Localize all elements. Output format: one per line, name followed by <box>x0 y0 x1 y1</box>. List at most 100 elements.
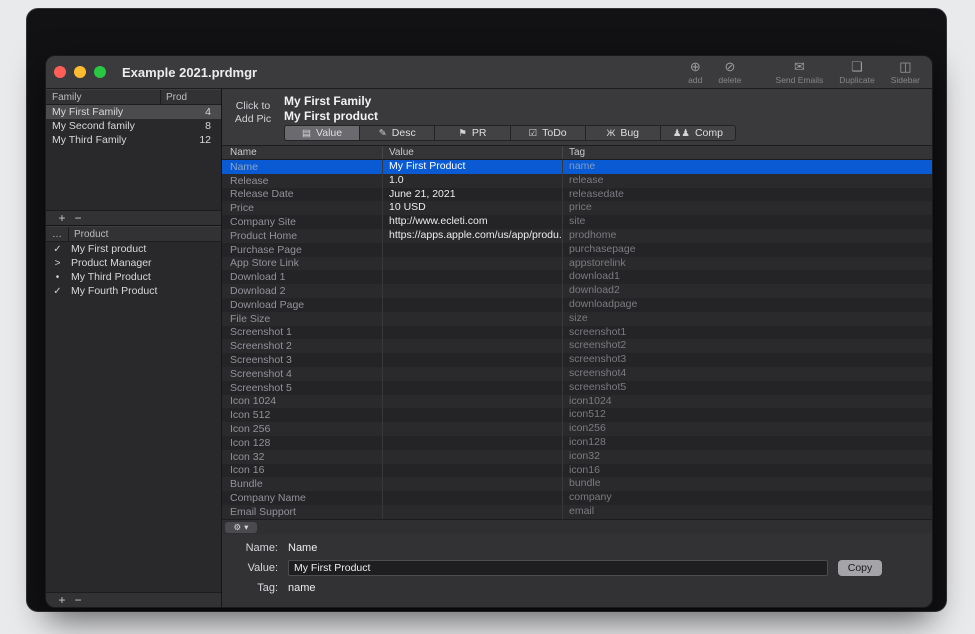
toolbar-sidebar-button[interactable]: ◫ Sidebar <box>891 59 920 85</box>
table-row[interactable]: Screenshot 1 screenshot1 <box>222 326 932 340</box>
mark-column-header[interactable]: … <box>46 227 69 241</box>
add-picture-line1: Click to <box>226 100 280 113</box>
action-menu-button[interactable]: ⚙ ▾ <box>225 522 257 533</box>
family-row[interactable]: My Second family 8 <box>46 119 221 133</box>
minimize-window-button[interactable] <box>74 66 86 78</box>
add-picture-well[interactable]: Click to Add Pic <box>226 100 280 126</box>
slash-circle-icon: ⊘ <box>724 59 735 74</box>
row-value <box>382 477 562 491</box>
table-row[interactable]: Company Name company <box>222 491 932 505</box>
tab-todo[interactable]: ☑ ToDo <box>511 125 586 141</box>
window-body: Family Prod My First Family 4 My Second … <box>46 89 932 607</box>
table-row[interactable]: File Size size <box>222 312 932 326</box>
remove-family-button[interactable]: − <box>70 212 86 225</box>
row-tag: company <box>562 491 932 505</box>
table-row[interactable]: Download Page downloadpage <box>222 298 932 312</box>
table-row[interactable]: Bundle bundle <box>222 477 932 491</box>
table-row[interactable]: Release 1.0 release <box>222 174 932 188</box>
row-value: June 21, 2021 <box>382 188 562 202</box>
product-name: My Fourth Product <box>69 285 221 297</box>
row-value <box>382 367 562 381</box>
toolbar-duplicate-button[interactable]: ❏ Duplicate <box>839 59 874 85</box>
family-name: My Second family <box>46 120 161 132</box>
name-column-header[interactable]: Name <box>222 147 382 158</box>
table-row[interactable]: Screenshot 5 screenshot5 <box>222 381 932 395</box>
sidebar-icon: ◫ <box>899 59 911 74</box>
row-name: Icon 32 <box>222 451 382 463</box>
family-pane: Family Prod My First Family 4 My Second … <box>46 89 221 226</box>
table-row[interactable]: Company Site http://www.ecleti.com site <box>222 215 932 229</box>
row-name: Download 1 <box>222 271 382 283</box>
table-row[interactable]: Icon 128 icon128 <box>222 436 932 450</box>
table-row[interactable]: Icon 16 icon16 <box>222 464 932 478</box>
family-column-header[interactable]: Family <box>46 90 161 104</box>
table-row[interactable]: Icon 32 icon32 <box>222 450 932 464</box>
values-table-header: Name Value Tag <box>222 146 932 160</box>
table-row[interactable]: Icon 256 icon256 <box>222 422 932 436</box>
copy-button[interactable]: Copy <box>838 560 882 576</box>
selected-family-title: My First Family <box>284 94 371 108</box>
row-value <box>382 284 562 298</box>
table-row[interactable]: Product Home https://apps.apple.com/us/a… <box>222 229 932 243</box>
row-tag: prodhome <box>562 229 932 243</box>
toolbar-button-label: delete <box>718 75 741 85</box>
detail-panel: Name: Name Value: Copy Tag: name <box>222 534 932 607</box>
table-row[interactable]: Screenshot 4 screenshot4 <box>222 367 932 381</box>
table-row[interactable]: Email Support email <box>222 505 932 519</box>
tab-label: Comp <box>695 127 723 139</box>
row-name: Screenshot 4 <box>222 368 382 380</box>
table-row[interactable]: Icon 1024 icon1024 <box>222 395 932 409</box>
row-tag: download2 <box>562 284 932 298</box>
pencil-icon: ✎ <box>379 128 387 139</box>
tag-column-header[interactable]: Tag <box>562 146 932 159</box>
row-tag: icon512 <box>562 408 932 422</box>
table-row[interactable]: Purchase Page purchasepage <box>222 243 932 257</box>
row-tag: size <box>562 312 932 326</box>
product-row[interactable]: > Product Manager <box>46 256 221 270</box>
add-product-button[interactable]: + <box>54 594 70 607</box>
tab-comp[interactable]: ♟♟ Comp <box>661 125 736 141</box>
product-row[interactable]: ✓ My First product <box>46 242 221 256</box>
bug-icon: Ж <box>607 128 616 139</box>
toolbar-delete-button[interactable]: ⊘ delete <box>718 59 741 85</box>
zoom-window-button[interactable] <box>94 66 106 78</box>
close-window-button[interactable] <box>54 66 66 78</box>
value-column-header[interactable]: Value <box>382 146 562 159</box>
add-family-button[interactable]: + <box>54 212 70 225</box>
detail-name-value: Name <box>288 542 317 554</box>
table-actions-bar: ⚙ ▾ <box>222 519 932 534</box>
tab-pr[interactable]: ⚑ PR <box>435 125 510 141</box>
plus-circle-icon: ⊕ <box>690 59 701 74</box>
remove-product-button[interactable]: − <box>70 594 86 607</box>
table-row[interactable]: Icon 512 icon512 <box>222 408 932 422</box>
family-row[interactable]: My First Family 4 <box>46 105 221 119</box>
table-row[interactable]: App Store Link appstorelink <box>222 257 932 271</box>
app-window: Example 2021.prdmgr ⊕ add ⊘ delete ✉ Sen… <box>45 55 933 608</box>
row-name: Company Name <box>222 492 382 504</box>
tab-value[interactable]: ▤ Value <box>284 125 360 141</box>
detail-value-label: Value: <box>230 562 278 574</box>
table-row[interactable]: Price 10 USD price <box>222 201 932 215</box>
product-row[interactable]: ✓ My Fourth Product <box>46 284 221 298</box>
toolbar-send-emails-button[interactable]: ✉ Send Emails <box>776 59 824 85</box>
table-row[interactable]: Screenshot 2 screenshot2 <box>222 339 932 353</box>
chevron-down-icon: ▾ <box>244 522 248 533</box>
table-row[interactable]: Release Date June 21, 2021 releasedate <box>222 188 932 202</box>
row-name: Release Date <box>222 188 382 200</box>
row-name: Email Support <box>222 506 382 518</box>
table-row[interactable]: Download 1 download1 <box>222 270 932 284</box>
toolbar-add-button[interactable]: ⊕ add <box>688 59 702 85</box>
tab-bug[interactable]: Ж Bug <box>586 125 661 141</box>
product-row[interactable]: • My Third Product <box>46 270 221 284</box>
main-header: Click to Add Pic My First Family My Firs… <box>222 89 932 146</box>
table-row[interactable]: Screenshot 3 screenshot3 <box>222 353 932 367</box>
row-value <box>382 408 562 422</box>
table-row[interactable]: Download 2 download2 <box>222 284 932 298</box>
table-row[interactable]: Name My First Product name <box>222 160 932 174</box>
tab-desc[interactable]: ✎ Desc <box>360 125 435 141</box>
family-list-empty-area <box>46 147 221 210</box>
prod-column-header[interactable]: Prod <box>161 90 221 105</box>
product-column-header[interactable]: Product <box>69 227 221 242</box>
family-row[interactable]: My Third Family 12 <box>46 133 221 147</box>
value-input[interactable] <box>288 560 828 576</box>
